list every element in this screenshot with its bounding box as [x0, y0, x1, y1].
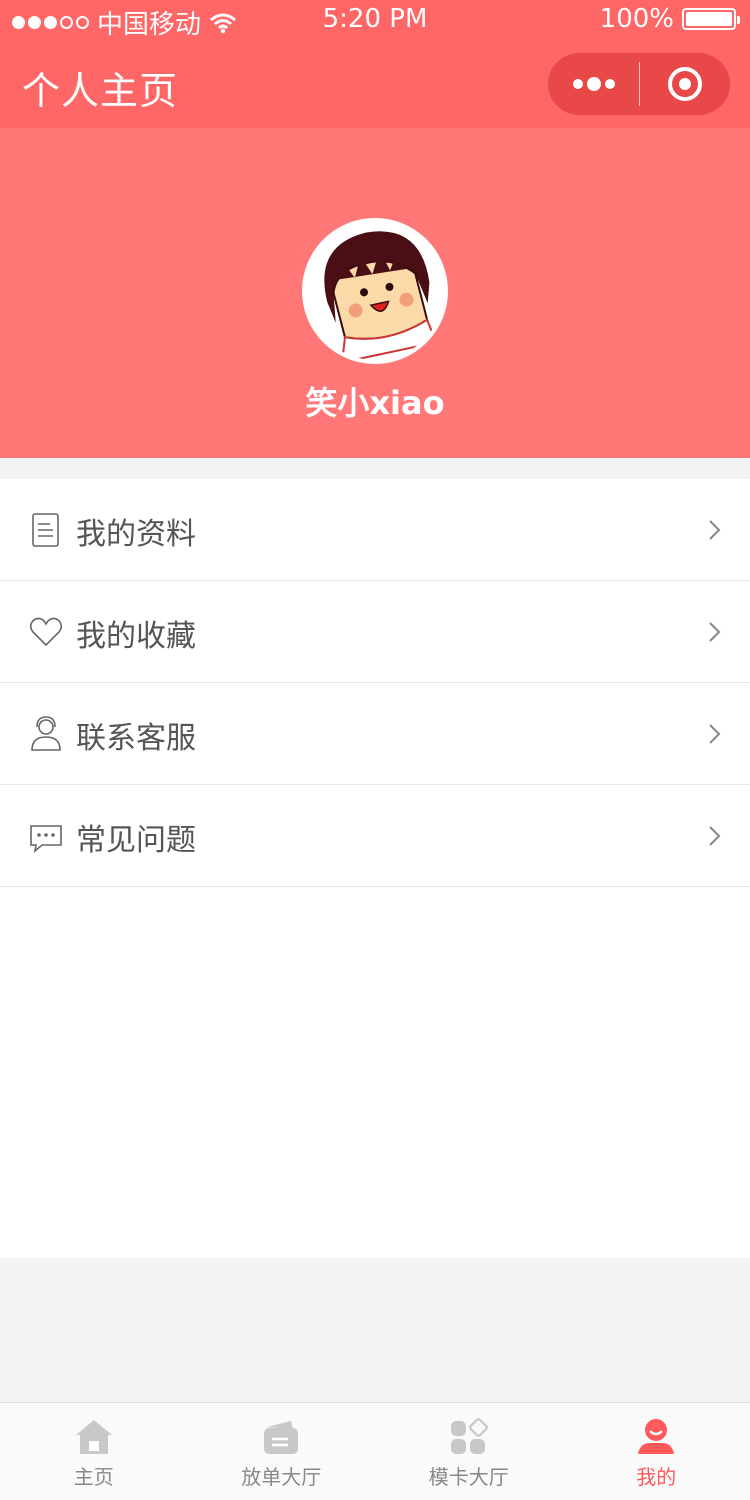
menu-item-label: 常见问题 [76, 823, 196, 858]
menu-item-label: 我的收藏 [76, 619, 196, 654]
status-bar: 中国移动 5:20 PM 100% [0, 0, 750, 42]
menu-item-label: 我的资料 [76, 517, 196, 552]
cartoon-girl-avatar-icon [306, 222, 444, 360]
chevron-right-icon [709, 622, 721, 642]
customer-service-icon [31, 716, 61, 751]
menu-item-my-favorites[interactable]: 我的收藏 [0, 581, 750, 683]
tab-home[interactable]: 主页 [0, 1403, 188, 1500]
chat-bubble-icon [30, 825, 62, 854]
home-icon [75, 1420, 112, 1454]
avatar[interactable] [302, 218, 448, 364]
menu-item-label: 联系客服 [76, 721, 196, 756]
tab-label: 放单大厅 [241, 1465, 322, 1489]
user-icon [638, 1419, 675, 1454]
status-right: 100% [599, 4, 740, 34]
battery-icon [682, 8, 740, 30]
chevron-right-icon [709, 826, 721, 846]
tab-card-hall[interactable]: 模卡大厅 [375, 1403, 563, 1500]
username: 笑小xiao [305, 384, 445, 422]
tab-bar: 主页 放单大厅 模卡大厅 我的 [0, 1402, 750, 1500]
menu-item-contact-support[interactable]: 联系客服 [0, 683, 750, 785]
nav-bar: 个人主页 [0, 42, 750, 128]
more-dot-icon [604, 79, 615, 89]
tab-mine[interactable]: 我的 [563, 1403, 750, 1500]
more-menu-button[interactable] [548, 53, 639, 115]
menu-item-my-profile[interactable]: 我的资料 [0, 479, 750, 581]
heart-icon [29, 617, 63, 647]
profile-header: 笑小xiao [0, 128, 750, 458]
close-mini-program-button[interactable] [640, 53, 730, 115]
target-icon [668, 67, 702, 101]
chevron-right-icon [709, 724, 721, 744]
tab-order-hall[interactable]: 放单大厅 [188, 1403, 376, 1500]
mini-program-capsule [548, 53, 730, 115]
chevron-right-icon [709, 520, 721, 540]
tab-label: 主页 [73, 1465, 114, 1489]
page-title: 个人主页 [22, 69, 179, 113]
tab-label: 模卡大厅 [428, 1465, 509, 1489]
more-dot-icon [572, 79, 583, 89]
document-icon [32, 513, 59, 547]
menu-item-faq[interactable]: 常见问题 [0, 785, 750, 887]
card-hall-icon [450, 1418, 488, 1454]
order-hall-icon [264, 1421, 299, 1454]
tab-label: 我的 [636, 1465, 677, 1489]
more-dot-icon [586, 77, 601, 91]
profile-menu: 我的资料 我的收藏 联系客服 常见问题 [0, 479, 750, 1258]
battery-percent: 100% [599, 4, 674, 34]
